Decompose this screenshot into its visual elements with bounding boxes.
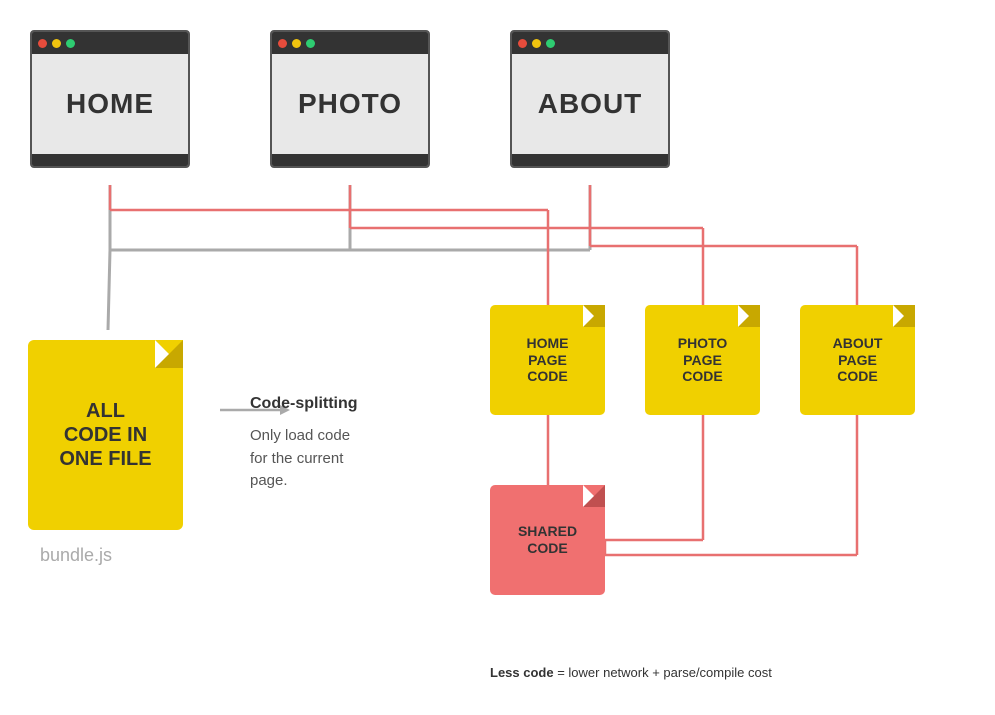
browser-home: HOME: [30, 30, 190, 168]
code-splitting-heading: Code-splitting: [250, 395, 358, 413]
browser-photo-label: PHOTO: [298, 88, 402, 120]
browser-about-label: ABOUT: [538, 88, 643, 120]
browser-photo: PHOTO: [270, 30, 430, 168]
doc-home-page-code-text: HOMEPAGECODE: [519, 327, 577, 393]
doc-about-page-code: ABOUTPAGECODE: [800, 305, 915, 415]
browser-home-label: HOME: [66, 88, 154, 120]
browser-home-body: HOME: [32, 54, 188, 154]
browser-about-titlebar: [512, 32, 668, 54]
browser-home-titlebar: [32, 32, 188, 54]
dot-green-photo: [306, 39, 315, 48]
doc-all-code-text: ALLCODE INONE FILE: [49, 389, 161, 481]
dot-yellow-about: [532, 39, 541, 48]
dot-red-home: [38, 39, 47, 48]
browser-about-bottom: [512, 154, 668, 166]
dot-red-photo: [278, 39, 287, 48]
doc-all-code: ALLCODE INONE FILE: [28, 340, 183, 530]
dot-yellow-photo: [292, 39, 301, 48]
doc-about-page-code-text: ABOUTPAGECODE: [825, 327, 891, 393]
bundle-js-label: bundle.js: [40, 545, 112, 566]
browser-photo-titlebar: [272, 32, 428, 54]
footer-label-bold: Less code: [490, 665, 554, 680]
dot-green-about: [546, 39, 555, 48]
diagram-canvas: HOME PHOTO ABOUT ALLCODE INONE FILE bun: [0, 0, 995, 715]
browser-home-bottom: [32, 154, 188, 166]
doc-photo-page-code: PHOTOPAGECODE: [645, 305, 760, 415]
doc-photo-page-code-text: PHOTOPAGECODE: [670, 327, 736, 393]
doc-shared-code-text: SHAREDCODE: [510, 515, 585, 565]
footer-label: Less code = lower network + parse/compil…: [490, 665, 772, 680]
browser-about: ABOUT: [510, 30, 670, 168]
browser-photo-body: PHOTO: [272, 54, 428, 154]
browser-photo-bottom: [272, 154, 428, 166]
footer-label-normal: = lower network + parse/compile cost: [554, 665, 772, 680]
browser-about-body: ABOUT: [512, 54, 668, 154]
dot-yellow-home: [52, 39, 61, 48]
doc-home-page-code: HOMEPAGECODE: [490, 305, 605, 415]
code-splitting-description: Only load codefor the currentpage.: [250, 425, 350, 493]
dot-green-home: [66, 39, 75, 48]
dot-red-about: [518, 39, 527, 48]
doc-shared-code: SHAREDCODE: [490, 485, 605, 595]
